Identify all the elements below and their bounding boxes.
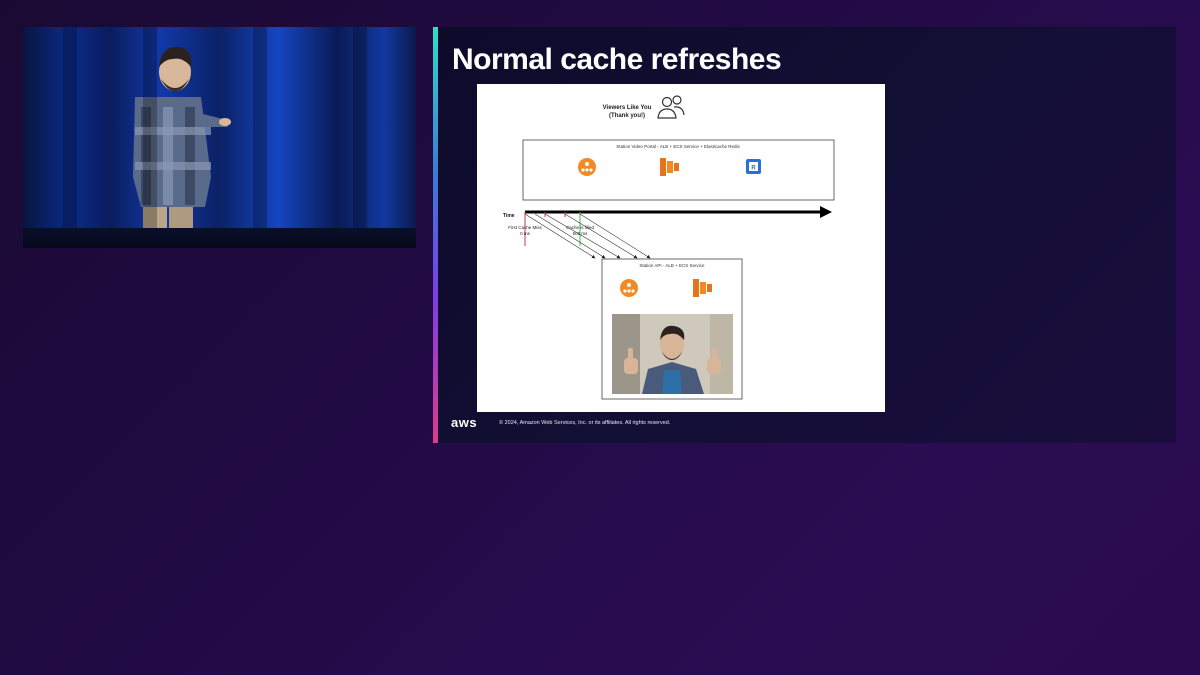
load-balancer-icon xyxy=(620,279,638,297)
users-icon xyxy=(657,95,685,119)
stage-floor xyxy=(23,228,416,248)
slide-title: Normal cache refreshes xyxy=(452,43,782,76)
svg-text:R: R xyxy=(751,166,756,172)
presentation-slide: Normal cache refreshes Viewers Like You … xyxy=(433,27,1176,443)
curtain-fold xyxy=(353,27,367,248)
redis-icon: R xyxy=(746,159,761,174)
slide-accent-bar xyxy=(433,27,438,443)
viewers-label: Viewers Like You xyxy=(603,105,652,111)
portal-box-label: Station Video Portal - ALB + ECS Service… xyxy=(616,144,740,149)
curtain-fold xyxy=(143,27,157,248)
request-arrows xyxy=(524,213,651,259)
curtain-fold xyxy=(253,27,267,248)
first-miss-label: First Cache Miss xyxy=(508,225,542,230)
curtain-fold xyxy=(63,27,77,248)
copyright-notice: © 2024, Amazon Web Services, Inc. or its… xyxy=(499,420,671,426)
architecture-diagram: Viewers Like You (Thank you!) Station Vi… xyxy=(477,84,885,412)
speaker-video xyxy=(23,27,416,248)
aws-logo: aws xyxy=(451,415,478,430)
load-balancer-icon xyxy=(578,158,596,176)
time-axis-label: Time xyxy=(503,213,515,219)
api-box-label: Station API - ALB + ECS Service xyxy=(639,263,705,268)
viewers-sublabel: (Thank you!) xyxy=(609,113,645,119)
thumbs-up-photo xyxy=(612,314,733,394)
first-miss-time: 0 ms xyxy=(520,231,531,236)
